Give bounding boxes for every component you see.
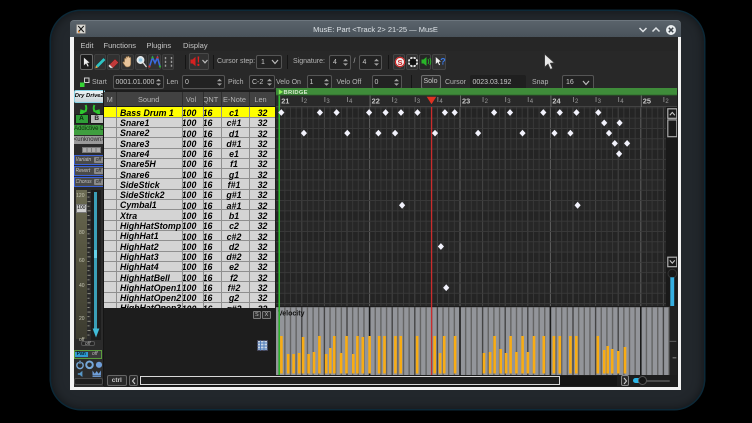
svg-text:25: 25 [643,96,651,105]
svg-text:S: S [397,57,402,66]
svg-text:24: 24 [552,96,561,105]
svg-text:BRIDGE: BRIDGE [284,90,308,96]
svg-text:21: 21 [281,96,289,105]
svg-text:?: ? [440,57,446,67]
svg-text:Velocity: Velocity [278,311,305,318]
svg-text:22: 22 [372,96,380,105]
svg-text:23: 23 [462,96,470,105]
